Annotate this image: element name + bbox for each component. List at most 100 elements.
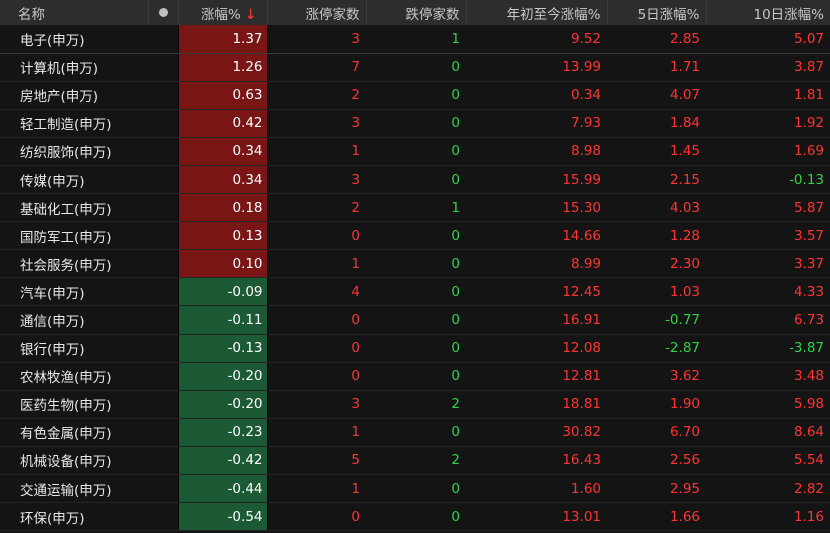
row-10d: 5.98 — [706, 390, 830, 419]
row-limit-down: 0 — [366, 221, 466, 251]
table-header-row: 名称 涨幅% ↓ 涨停家数 跌停家数 年初至今涨幅% 5日涨幅% 10日涨幅% — [0, 0, 830, 25]
row-name: 轻工制造(申万) — [0, 109, 148, 138]
sort-desc-icon: ↓ — [244, 6, 257, 23]
header-limit-down[interactable]: 跌停家数 — [366, 0, 467, 25]
row-limit-down: 1 — [366, 25, 466, 54]
row-limit-down: 0 — [366, 81, 466, 110]
row-5d: 2.15 — [607, 165, 706, 195]
row-name: 农林牧渔(申万) — [0, 362, 148, 391]
table-row[interactable]: 计算机(申万) 1.26 7 0 13.99 1.71 3.87 — [0, 53, 830, 82]
row-limit-up: 3 — [267, 25, 366, 54]
row-5d: 1.28 — [607, 221, 706, 251]
row-change: 0.34 — [177, 137, 268, 166]
row-10d: -3.87 — [706, 334, 830, 363]
row-name: 基础化工(申万) — [0, 193, 148, 223]
row-change: 0.42 — [177, 109, 268, 138]
table-row[interactable]: 电子(申万) 1.37 3 1 9.52 2.85 5.07 — [0, 25, 830, 54]
table-row[interactable]: 基础化工(申万) 0.18 2 1 15.30 4.03 5.87 — [0, 193, 830, 223]
table-row[interactable]: 农林牧渔(申万) -0.20 0 0 12.81 3.62 3.48 — [0, 362, 830, 391]
header-5d[interactable]: 5日涨幅% — [607, 0, 707, 25]
row-change: 1.26 — [177, 53, 268, 82]
row-name: 交通运输(申万) — [0, 474, 148, 504]
row-dot — [148, 165, 178, 195]
table-row[interactable]: 国防军工(申万) 0.13 0 0 14.66 1.28 3.57 — [0, 221, 830, 251]
row-ytd: 16.91 — [466, 305, 607, 335]
row-5d: 4.03 — [607, 193, 706, 223]
row-ytd: 8.99 — [466, 249, 607, 279]
row-5d: -0.77 — [607, 305, 706, 335]
row-5d: 1.90 — [607, 390, 706, 419]
row-name: 社会服务(申万) — [0, 249, 148, 279]
row-ytd: 7.93 — [466, 109, 607, 138]
row-limit-up: 1 — [267, 137, 366, 166]
row-limit-up: 7 — [267, 53, 366, 82]
row-limit-down: 0 — [366, 474, 466, 504]
row-limit-up: 0 — [267, 305, 366, 335]
row-ytd: 14.66 — [466, 221, 607, 251]
table-row[interactable]: 银行(申万) -0.13 0 0 12.08 -2.87 -3.87 — [0, 334, 830, 363]
row-limit-down: 0 — [366, 53, 466, 82]
table-row[interactable]: 交通运输(申万) -0.44 1 0 1.60 2.95 2.82 — [0, 474, 830, 504]
row-limit-down: 2 — [366, 446, 466, 476]
table-row[interactable]: 汽车(申万) -0.09 4 0 12.45 1.03 4.33 — [0, 277, 830, 307]
table-row[interactable]: 机械设备(申万) -0.42 5 2 16.43 2.56 5.54 — [0, 446, 830, 476]
row-change: -0.54 — [177, 502, 268, 532]
row-5d: 1.03 — [607, 277, 706, 307]
row-change: -0.20 — [177, 362, 268, 391]
row-5d: -2.87 — [607, 334, 706, 363]
row-limit-up: 4 — [267, 277, 366, 307]
row-limit-up: 0 — [267, 334, 366, 363]
header-limit-up[interactable]: 涨停家数 — [267, 0, 367, 25]
row-dot — [148, 109, 178, 138]
row-dot — [148, 137, 178, 166]
sector-table: 名称 涨幅% ↓ 涨停家数 跌停家数 年初至今涨幅% 5日涨幅% 10日涨幅% 电… — [0, 0, 830, 532]
row-dot — [148, 446, 178, 476]
row-10d: 1.69 — [706, 137, 830, 166]
table-row[interactable]: 环保(申万) -0.54 0 0 13.01 1.66 1.16 — [0, 502, 830, 532]
row-10d: 5.87 — [706, 193, 830, 223]
row-limit-down: 2 — [366, 390, 466, 419]
row-10d: 1.92 — [706, 109, 830, 138]
row-10d: 8.64 — [706, 418, 830, 447]
row-limit-down: 0 — [366, 362, 466, 391]
table-row[interactable]: 纺织服饰(申万) 0.34 1 0 8.98 1.45 1.69 — [0, 137, 830, 166]
row-dot — [148, 305, 178, 335]
row-5d: 3.62 — [607, 362, 706, 391]
row-change: 0.34 — [177, 165, 268, 195]
table-row[interactable]: 轻工制造(申万) 0.42 3 0 7.93 1.84 1.92 — [0, 109, 830, 138]
header-dot[interactable] — [148, 0, 179, 25]
row-limit-down: 0 — [366, 502, 466, 532]
row-limit-up: 0 — [267, 362, 366, 391]
row-change: 0.18 — [177, 193, 268, 223]
header-name[interactable]: 名称 — [0, 0, 149, 25]
row-name: 医药生物(申万) — [0, 390, 148, 419]
row-5d: 1.45 — [607, 137, 706, 166]
row-5d: 2.85 — [607, 25, 706, 54]
row-name: 传媒(申万) — [0, 165, 148, 195]
row-ytd: 12.81 — [466, 362, 607, 391]
table-row[interactable]: 有色金属(申万) -0.23 1 0 30.82 6.70 8.64 — [0, 418, 830, 447]
row-limit-up: 3 — [267, 109, 366, 138]
table-row[interactable]: 医药生物(申万) -0.20 3 2 18.81 1.90 5.98 — [0, 390, 830, 419]
table-row[interactable]: 房地产(申万) 0.63 2 0 0.34 4.07 1.81 — [0, 81, 830, 110]
row-ytd: 13.99 — [466, 53, 607, 82]
row-limit-down: 0 — [366, 418, 466, 447]
row-limit-up: 1 — [267, 474, 366, 504]
table-row[interactable]: 社会服务(申万) 0.10 1 0 8.99 2.30 3.37 — [0, 249, 830, 279]
row-limit-down: 1 — [366, 193, 466, 223]
row-name: 通信(申万) — [0, 305, 148, 335]
row-limit-up: 5 — [267, 446, 366, 476]
row-name: 纺织服饰(申万) — [0, 137, 148, 166]
row-name: 环保(申万) — [0, 502, 148, 532]
table-row[interactable]: 通信(申万) -0.11 0 0 16.91 -0.77 6.73 — [0, 305, 830, 335]
header-change[interactable]: 涨幅% ↓ — [178, 0, 268, 25]
row-10d: 1.16 — [706, 502, 830, 532]
dot-icon — [158, 8, 168, 17]
header-10d[interactable]: 10日涨幅% — [706, 0, 830, 25]
row-ytd: 13.01 — [466, 502, 607, 532]
row-10d: 3.48 — [706, 362, 830, 391]
header-ytd[interactable]: 年初至今涨幅% — [466, 0, 608, 25]
row-dot — [148, 502, 178, 532]
row-dot — [148, 53, 178, 82]
table-row[interactable]: 传媒(申万) 0.34 3 0 15.99 2.15 -0.13 — [0, 165, 830, 195]
